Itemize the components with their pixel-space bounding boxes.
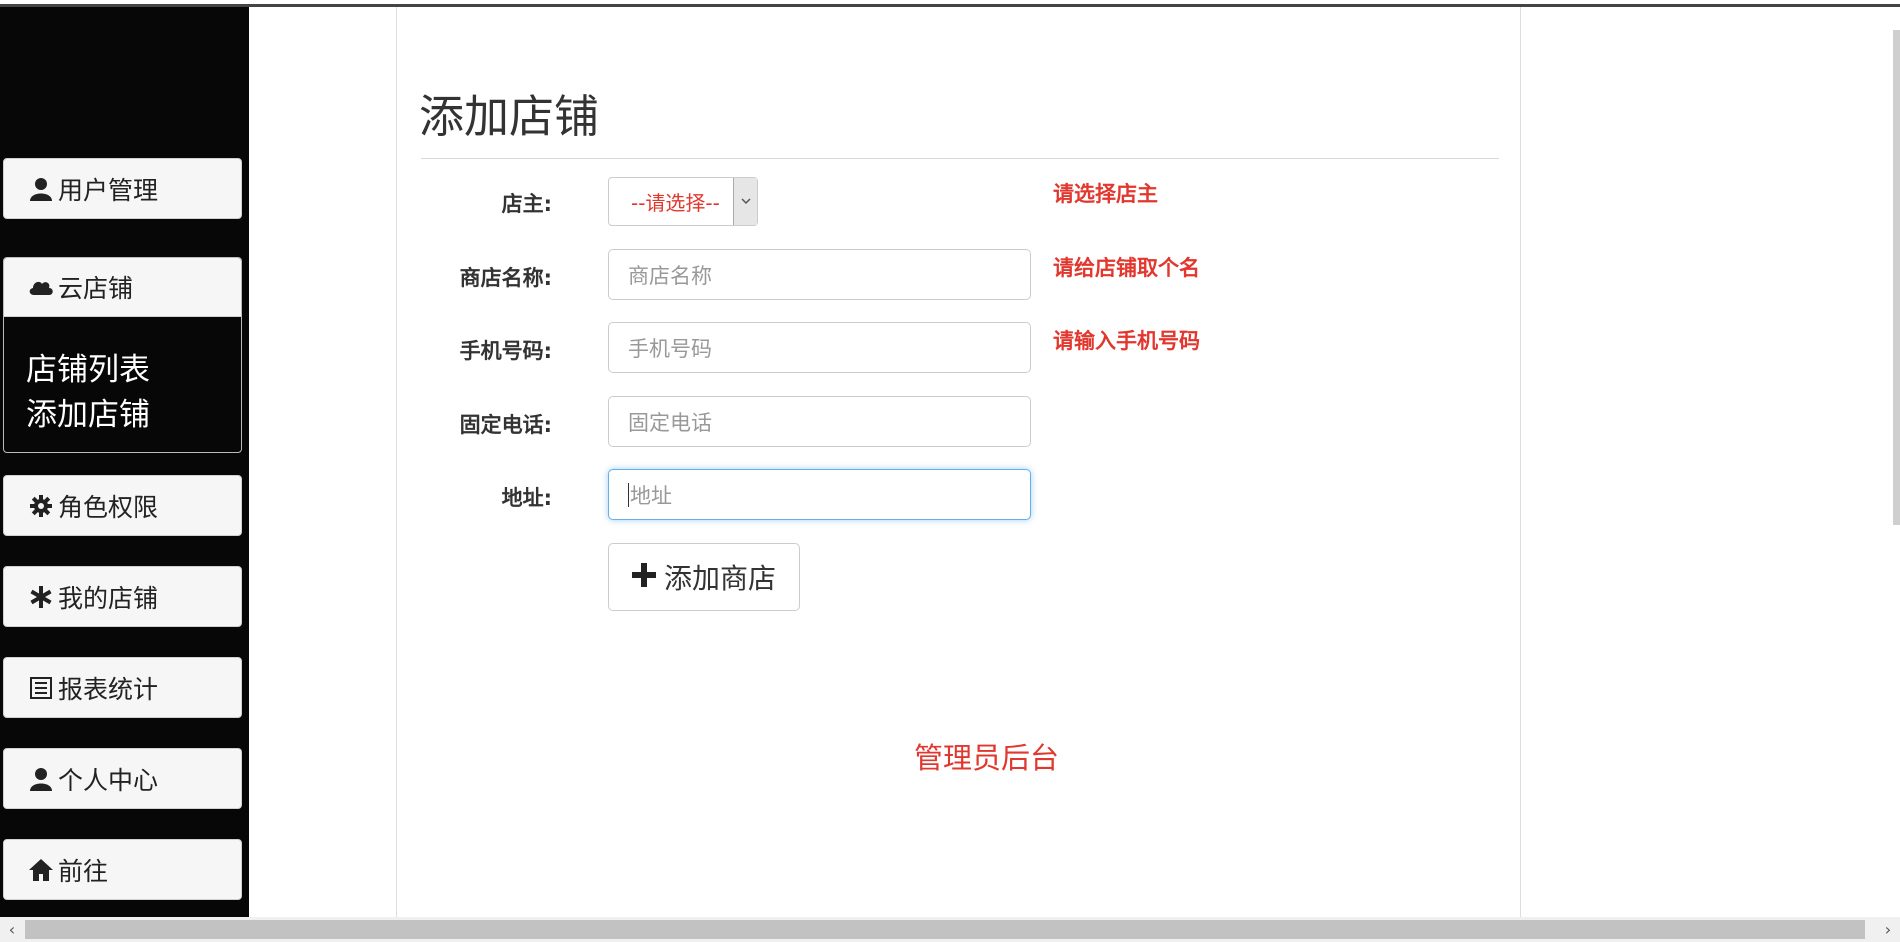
address-label: 地址: xyxy=(501,486,552,510)
sidebar-item-label: 用户管理 xyxy=(58,175,159,205)
content-right-border xyxy=(1520,7,1521,917)
admin-footer: 管理员后台 xyxy=(914,741,1060,775)
store-name-input[interactable]: 商店名称 xyxy=(608,249,1031,300)
address-input[interactable]: 地址 xyxy=(608,469,1031,520)
owner-error: 请选择店主 xyxy=(1053,182,1158,206)
cloud-store-submenu: 店铺列表 添加店铺 xyxy=(26,348,150,438)
cloud-icon xyxy=(28,274,54,300)
home-icon xyxy=(28,857,54,883)
add-store-button[interactable]: 添加商店 xyxy=(608,543,800,611)
sidebar-item-role-permissions[interactable]: 角色权限 xyxy=(3,475,242,536)
plus-icon xyxy=(631,561,656,594)
user-icon xyxy=(28,176,54,202)
list-icon xyxy=(28,675,54,701)
gear-icon xyxy=(28,493,54,519)
landline-input[interactable]: 固定电话 xyxy=(608,396,1031,447)
add-store-button-label: 添加商店 xyxy=(663,562,776,595)
store-name-error: 请给店铺取个名 xyxy=(1053,256,1200,280)
store-name-label: 商店名称: xyxy=(459,266,552,290)
text-caret xyxy=(628,482,629,507)
content-left-border xyxy=(396,7,397,917)
sidebar-item-label: 角色权限 xyxy=(58,492,159,522)
sidebar-item-label: 我的店铺 xyxy=(58,583,159,613)
sidebar-item-cloud-store[interactable]: 云店铺 xyxy=(4,258,241,317)
asterisk-icon xyxy=(28,584,54,610)
sidebar-item-label: 云店铺 xyxy=(58,274,134,303)
sidebar-item-my-store[interactable]: 我的店铺 xyxy=(3,566,242,627)
cloud-store-group: 云店铺 店铺列表 添加店铺 xyxy=(3,257,242,453)
phone-input[interactable]: 手机号码 xyxy=(608,322,1031,373)
window-top-border xyxy=(0,0,1900,7)
landline-label: 固定电话: xyxy=(459,413,552,437)
owner-select-value: --请选择-- xyxy=(631,191,720,215)
scroll-right-icon[interactable]: › xyxy=(1876,917,1900,942)
horizontal-scroll-thumb[interactable] xyxy=(25,920,1865,939)
landline-placeholder: 固定电话 xyxy=(628,410,712,435)
page-title: 添加店铺 xyxy=(419,90,600,143)
phone-error: 请输入手机号码 xyxy=(1053,329,1200,353)
sidebar-item-personal-center[interactable]: 个人中心 xyxy=(3,748,242,809)
phone-placeholder: 手机号码 xyxy=(628,336,712,361)
owner-label: 店主: xyxy=(501,192,552,216)
title-divider xyxy=(421,158,1499,159)
sidebar-item-reports[interactable]: 报表统计 xyxy=(3,657,242,718)
user-icon xyxy=(28,766,54,792)
store-name-placeholder: 商店名称 xyxy=(628,263,712,288)
sidebar-item-label: 前往 xyxy=(58,856,109,886)
sidebar-item-user-management[interactable]: 用户管理 xyxy=(3,158,242,219)
submenu-item-store-list[interactable]: 店铺列表 xyxy=(26,348,150,393)
submenu-item-add-store[interactable]: 添加店铺 xyxy=(26,393,150,438)
horizontal-scrollbar[interactable]: ‹ › xyxy=(0,917,1900,942)
chevron-down-icon[interactable] xyxy=(733,178,757,225)
sidebar-item-label: 个人中心 xyxy=(58,765,159,795)
sidebar-item-goto[interactable]: 前往 xyxy=(3,839,242,900)
sidebar-item-label: 报表统计 xyxy=(58,674,159,704)
vertical-scrollbar[interactable] xyxy=(1893,30,1900,525)
address-placeholder: 地址 xyxy=(630,483,672,508)
owner-select[interactable]: --请选择-- xyxy=(608,177,758,226)
phone-label: 手机号码: xyxy=(459,339,552,363)
sidebar: 用户管理 云店铺 店铺列表 添加店铺 角色权限 我的店铺 报表统计 个人中心 前… xyxy=(0,7,249,917)
scroll-left-icon[interactable]: ‹ xyxy=(0,917,24,942)
